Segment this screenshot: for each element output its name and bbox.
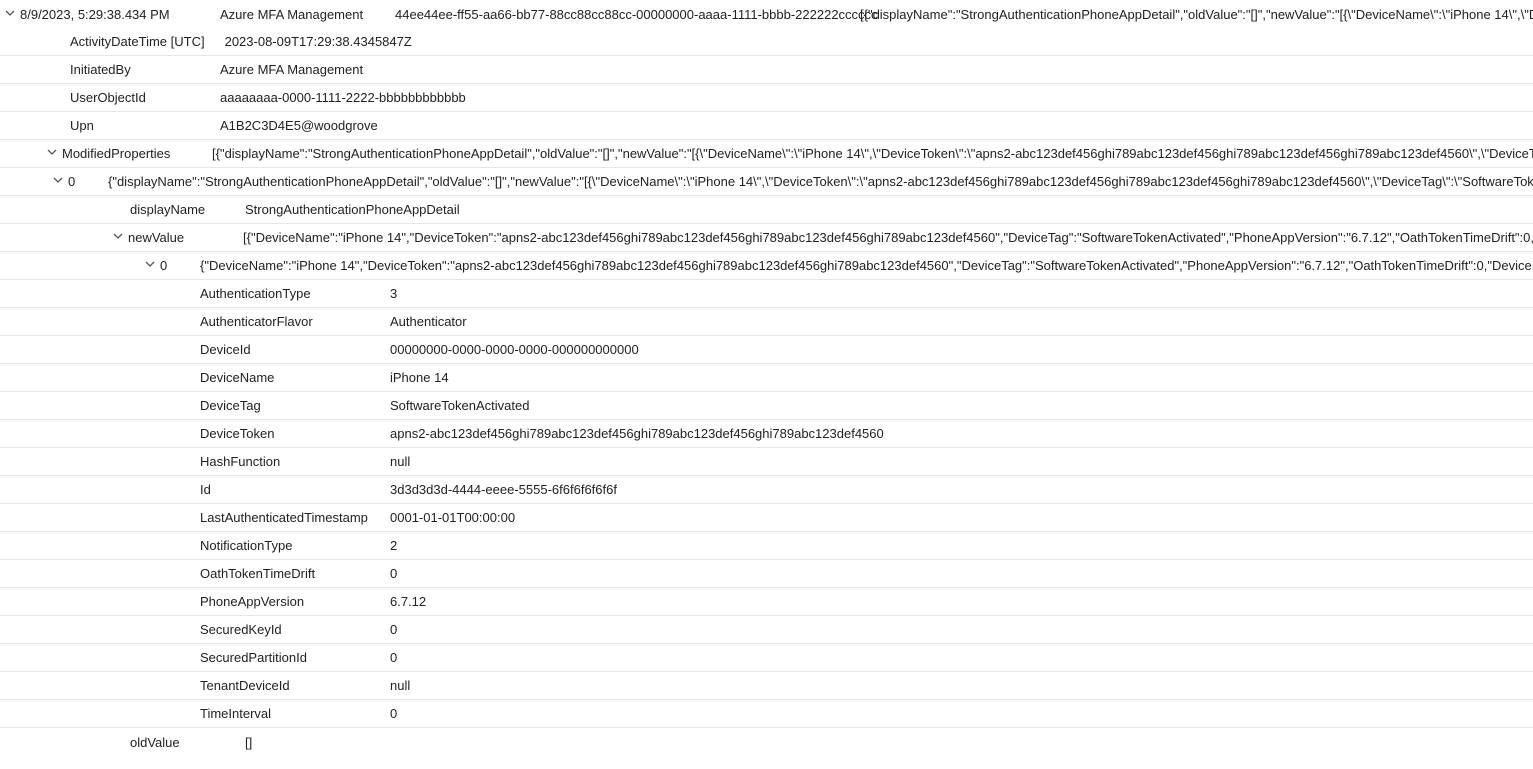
row-old-value: oldValue [] [0, 728, 1533, 756]
detail-value: 2 [390, 538, 1533, 553]
detail-row: DeviceTokenapns2-abc123def456ghi789abc12… [0, 420, 1533, 448]
detail-key: DeviceName [200, 370, 390, 385]
chevron-down-icon [113, 231, 123, 241]
detail-row: SecuredPartitionId0 [0, 644, 1533, 672]
detail-key: SecuredKeyId [200, 622, 390, 637]
value-newvalue-index-0: {"DeviceName":"iPhone 14","DeviceToken":… [200, 258, 1533, 273]
expand-toggle-newvalue-0[interactable] [140, 259, 160, 272]
detail-value: 3d3d3d3d-4444-eeee-5555-6f6f6f6f6f6f [390, 482, 1533, 497]
expand-toggle-modprops[interactable] [42, 147, 62, 160]
value-index-0: {"displayName":"StrongAuthenticationPhon… [108, 174, 1533, 189]
value-initiated-by: Azure MFA Management [220, 62, 1533, 77]
detail-key: OathTokenTimeDrift [200, 566, 390, 581]
row-initiated-by: InitiatedBy Azure MFA Management [0, 56, 1533, 84]
expand-toggle-header[interactable] [0, 8, 20, 21]
detail-value: Authenticator [390, 314, 1533, 329]
value-activity-datetime: 2023-08-09T17:29:38.4345847Z [225, 34, 1533, 49]
detail-value: iPhone 14 [390, 370, 1533, 385]
header-summary: [{"displayName":"StrongAuthenticationPho… [860, 7, 1533, 22]
detail-key: DeviceToken [200, 426, 390, 441]
detail-key: NotificationType [200, 538, 390, 553]
log-header-row: 8/9/2023, 5:29:38.434 PM Azure MFA Manag… [0, 0, 1533, 28]
label-new-value: newValue [128, 230, 243, 245]
detail-value: 00000000-0000-0000-0000-000000000000 [390, 342, 1533, 357]
detail-key: AuthenticationType [200, 286, 390, 301]
row-display-name: displayName StrongAuthenticationPhoneApp… [0, 196, 1533, 224]
label-index-0: 0 [68, 174, 108, 189]
label-display-name: displayName [130, 202, 245, 217]
detail-key: DeviceTag [200, 398, 390, 413]
detail-key: LastAuthenticatedTimestamp [200, 510, 390, 525]
row-activity-datetime: ActivityDateTime [UTC] 2023-08-09T17:29:… [0, 28, 1533, 56]
header-timestamp: 8/9/2023, 5:29:38.434 PM [20, 7, 190, 22]
detail-key: SecuredPartitionId [200, 650, 390, 665]
value-modified-properties: [{"displayName":"StrongAuthenticationPho… [212, 146, 1533, 161]
label-modified-properties: ModifiedProperties [62, 146, 212, 161]
label-user-object-id: UserObjectId [70, 90, 220, 105]
detail-row: NotificationType2 [0, 532, 1533, 560]
header-correlation-id: 44ee44ee-ff55-aa66-bb77-88cc88cc88cc-000… [395, 7, 830, 22]
value-new-value: [{"DeviceName":"iPhone 14","DeviceToken"… [243, 230, 1533, 245]
detail-row: OathTokenTimeDrift0 [0, 560, 1533, 588]
detail-value: 0 [390, 706, 1533, 721]
chevron-down-icon [53, 175, 63, 185]
detail-key: Id [200, 482, 390, 497]
detail-value: 0 [390, 566, 1533, 581]
detail-row: HashFunctionnull [0, 448, 1533, 476]
detail-key: TenantDeviceId [200, 678, 390, 693]
chevron-down-icon [145, 259, 155, 269]
detail-value: 0 [390, 622, 1533, 637]
detail-value: 3 [390, 286, 1533, 301]
label-newvalue-index-0: 0 [160, 258, 200, 273]
label-upn: Upn [70, 118, 220, 133]
detail-row: Id3d3d3d3d-4444-eeee-5555-6f6f6f6f6f6f [0, 476, 1533, 504]
detail-key: TimeInterval [200, 706, 390, 721]
value-upn: A1B2C3D4E5@woodgrove [220, 118, 1533, 133]
detail-key: AuthenticatorFlavor [200, 314, 390, 329]
detail-row: DeviceTagSoftwareTokenActivated [0, 392, 1533, 420]
header-service: Azure MFA Management [220, 7, 365, 22]
detail-value: 6.7.12 [390, 594, 1533, 609]
row-user-object-id: UserObjectId aaaaaaaa-0000-1111-2222-bbb… [0, 84, 1533, 112]
detail-row: PhoneAppVersion6.7.12 [0, 588, 1533, 616]
chevron-down-icon [47, 147, 57, 157]
detail-row: AuthenticatorFlavorAuthenticator [0, 308, 1533, 336]
row-upn: Upn A1B2C3D4E5@woodgrove [0, 112, 1533, 140]
detail-row: AuthenticationType3 [0, 280, 1533, 308]
detail-value: apns2-abc123def456ghi789abc123def456ghi7… [390, 426, 1533, 441]
detail-value: SoftwareTokenActivated [390, 398, 1533, 413]
detail-value: 0 [390, 650, 1533, 665]
chevron-down-icon [5, 8, 15, 18]
detail-value: null [390, 454, 1533, 469]
value-display-name: StrongAuthenticationPhoneAppDetail [245, 202, 1533, 217]
expand-toggle-modprops-0[interactable] [48, 175, 68, 188]
detail-value: 0001-01-01T00:00:00 [390, 510, 1533, 525]
row-modified-properties: ModifiedProperties [{"displayName":"Stro… [0, 140, 1533, 168]
detail-key: DeviceId [200, 342, 390, 357]
label-initiated-by: InitiatedBy [70, 62, 220, 77]
row-newvalue-0: 0 {"DeviceName":"iPhone 14","DeviceToken… [0, 252, 1533, 280]
detail-value: null [390, 678, 1533, 693]
label-old-value: oldValue [130, 735, 245, 750]
detail-row: SecuredKeyId0 [0, 616, 1533, 644]
detail-row: DeviceNameiPhone 14 [0, 364, 1533, 392]
expand-toggle-newvalue[interactable] [108, 231, 128, 244]
detail-row: DeviceId00000000-0000-0000-0000-00000000… [0, 336, 1533, 364]
detail-row: LastAuthenticatedTimestamp0001-01-01T00:… [0, 504, 1533, 532]
detail-key: HashFunction [200, 454, 390, 469]
row-new-value: newValue [{"DeviceName":"iPhone 14","Dev… [0, 224, 1533, 252]
detail-row: TimeInterval0 [0, 700, 1533, 728]
label-activity-datetime: ActivityDateTime [UTC] [70, 34, 225, 49]
detail-key: PhoneAppVersion [200, 594, 390, 609]
detail-row: TenantDeviceIdnull [0, 672, 1533, 700]
value-old-value: [] [245, 735, 1533, 750]
row-modprops-0: 0 {"displayName":"StrongAuthenticationPh… [0, 168, 1533, 196]
value-user-object-id: aaaaaaaa-0000-1111-2222-bbbbbbbbbbbb [220, 90, 1533, 105]
